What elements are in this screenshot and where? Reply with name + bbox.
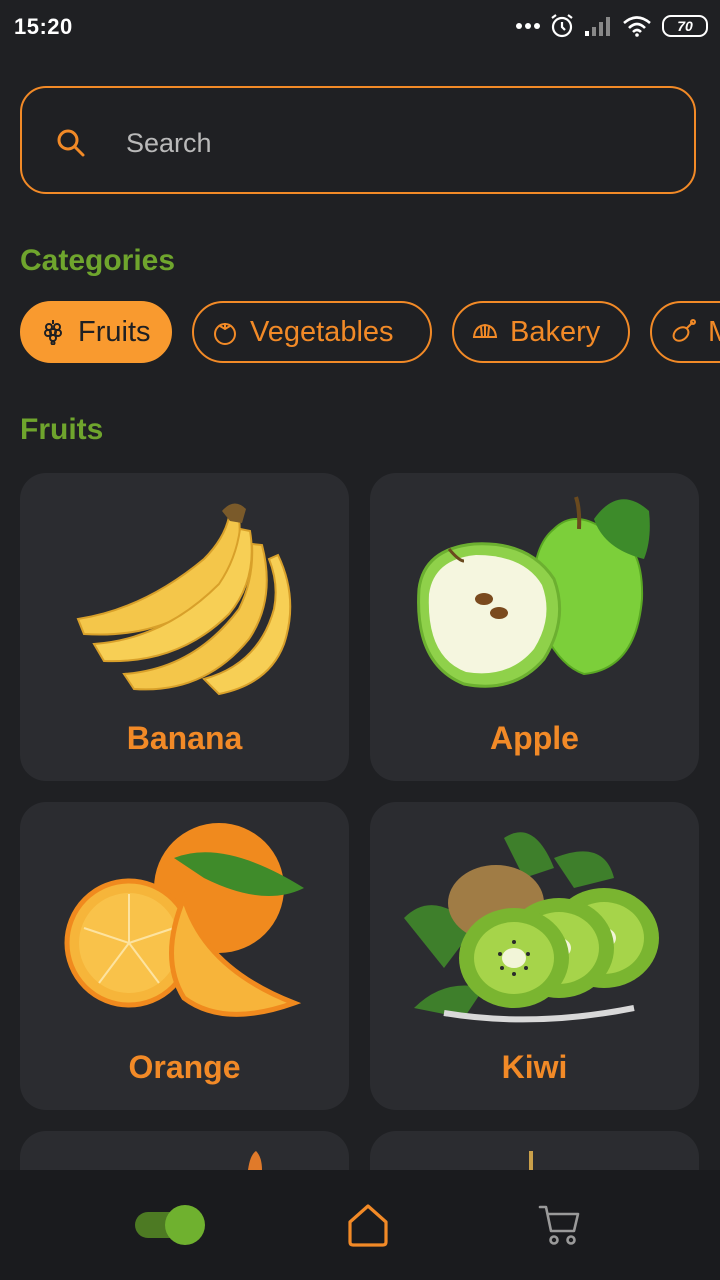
- product-name: Orange: [128, 1049, 241, 1085]
- status-bar: 15:20 70: [0, 0, 720, 52]
- search-input[interactable]: [124, 116, 668, 170]
- cart-icon[interactable]: [538, 1203, 582, 1247]
- battery-icon: 70: [662, 15, 708, 37]
- product-image-partial: [529, 1151, 533, 1170]
- search-icon: [57, 129, 85, 157]
- category-chip-bakery[interactable]: Bakery: [452, 301, 630, 363]
- categories-title: Categories: [20, 244, 176, 277]
- product-image-partial: [248, 1151, 262, 1170]
- category-chip-label: M: [708, 316, 720, 349]
- toggle-knob: [165, 1205, 205, 1245]
- product-name: Apple: [490, 720, 579, 756]
- meat-icon: [672, 319, 696, 342]
- category-chips: Fruits Vegetables Bakery M: [20, 301, 720, 363]
- status-time: 15:20: [14, 14, 73, 39]
- products-title: Fruits: [20, 413, 104, 446]
- category-chip-vegetables[interactable]: Vegetables: [192, 301, 432, 363]
- product-card-orange[interactable]: Orange: [20, 802, 349, 1110]
- tomato-icon: [214, 323, 236, 345]
- product-name: Banana: [126, 720, 243, 756]
- product-card-apple[interactable]: Apple: [370, 473, 699, 781]
- search-box[interactable]: [20, 86, 696, 194]
- category-chip-label: Vegetables: [250, 315, 394, 348]
- product-card-partial[interactable]: [370, 1131, 699, 1170]
- product-card-kiwi[interactable]: Kiwi: [370, 802, 699, 1110]
- category-chip-label: Bakery: [510, 315, 601, 348]
- bottom-nav: [0, 1170, 720, 1280]
- grapes-icon: [44, 320, 62, 345]
- kiwi-image: [404, 832, 659, 1023]
- more-dots-icon: [516, 23, 540, 29]
- croissant-icon: [472, 323, 498, 338]
- category-chip-meat[interactable]: M: [650, 301, 720, 363]
- banana-image: [76, 503, 292, 696]
- wifi-icon: [623, 16, 651, 37]
- product-card-partial[interactable]: [20, 1131, 349, 1170]
- status-icons: 70: [516, 10, 708, 42]
- signal-icon: [585, 17, 610, 36]
- theme-toggle[interactable]: [135, 1205, 205, 1245]
- home-icon[interactable]: [346, 1202, 390, 1248]
- orange-image: [64, 823, 304, 1017]
- product-card-banana[interactable]: Banana: [20, 473, 349, 781]
- alarm-icon: [551, 14, 573, 38]
- apple-image: [417, 496, 650, 688]
- product-name: Kiwi: [501, 1049, 568, 1085]
- category-chip-label: Fruits: [78, 315, 151, 348]
- category-chip-fruits[interactable]: Fruits: [20, 301, 172, 363]
